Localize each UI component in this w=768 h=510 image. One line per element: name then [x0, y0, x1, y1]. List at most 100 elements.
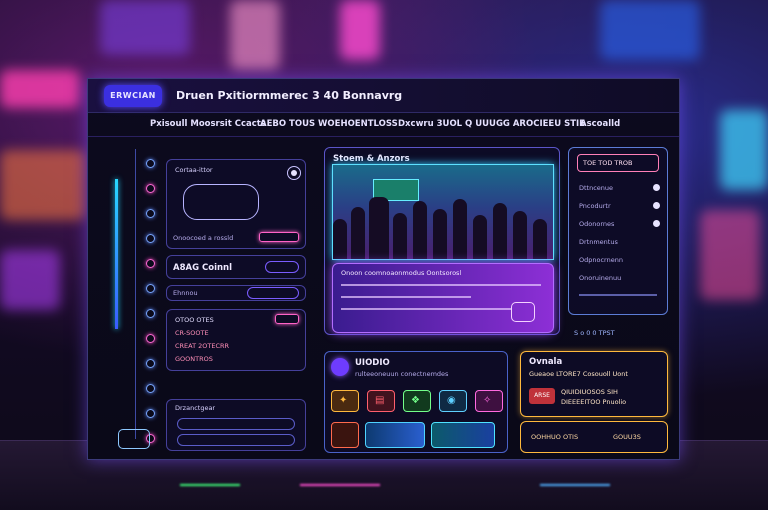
channel-row-control[interactable] [247, 287, 299, 299]
channel-row-label: Ehnnou [173, 289, 198, 297]
chat-icon[interactable]: ▤ [367, 390, 395, 412]
rail-button-11[interactable] [146, 409, 155, 418]
app-window: ERWCIAN Druen Pxitiormmerec 3 40 Bonnavr… [87, 78, 680, 460]
rail-button-5[interactable] [146, 259, 155, 268]
right-item-4[interactable]: Drtnmentus [579, 238, 618, 246]
nav-link-2[interactable]: AEBO TOUS WOEHOENTLOSS [260, 119, 398, 129]
crowd-figure [453, 199, 467, 259]
crowd-figure [493, 203, 507, 259]
rail-button-4[interactable] [146, 234, 155, 243]
stream-action-button[interactable] [511, 302, 535, 322]
neon-light-magenta [340, 0, 380, 60]
star-icon[interactable]: ✧ [475, 390, 503, 412]
left-bottom-label: Drzanctgear [175, 404, 216, 412]
rail-button-8[interactable] [146, 334, 155, 343]
bottom-right-foot-right[interactable]: GOUU3S [613, 433, 641, 441]
neon-light-orange [0, 150, 86, 220]
profile-avatar[interactable] [331, 358, 349, 376]
right-item-5[interactable]: Odpnocrnenn [579, 256, 623, 264]
stream-video[interactable] [332, 164, 554, 260]
neon-light-purple [0, 250, 60, 310]
list-item-2[interactable]: CR-SOOTE [175, 329, 209, 337]
alert-icon[interactable] [331, 422, 359, 448]
bottom-right-line2: QIUIDIUOSOS SIH [561, 388, 618, 396]
flame-icon[interactable]: ✦ [331, 390, 359, 412]
bottom-center-panel: UIODIO rulteeoneuun conectnemdes ✦ ▤ ❖ ◉… [324, 351, 508, 453]
neon-light-top [100, 0, 190, 55]
left-top-panel: Cortaa-ittor Onoocoed a rossld [166, 159, 306, 249]
stream-volume-track[interactable] [341, 296, 471, 298]
stream-panel-title: Stoem & Anzors [333, 154, 410, 164]
nav-link-1[interactable]: Pxisoull Moosrsit Ccacts [150, 119, 266, 129]
left-panel-header: Cortaa-ittor [175, 166, 213, 174]
record-icon[interactable] [287, 166, 301, 180]
coin-panel-toggle[interactable] [265, 261, 299, 273]
eye-icon[interactable]: ◉ [439, 390, 467, 412]
leaf-icon[interactable]: ❖ [403, 390, 431, 412]
list-edit-button[interactable] [275, 314, 299, 324]
neon-light-right [700, 210, 760, 300]
list-item-4[interactable]: GOONTROS [175, 355, 213, 363]
stream-caption: Onoon coomnoaonmodus Oontsorosl [341, 269, 462, 277]
bottom-right-line3: DIEEEEITOO Pnuolio [561, 398, 627, 406]
bottom-right-footer-panel: OOHHUO OTIS GOUU3S [520, 421, 668, 453]
camera-icon[interactable] [118, 429, 150, 449]
right-panel-footer: S o 0 0 TPST [574, 329, 615, 337]
rail-button-1[interactable] [146, 159, 155, 168]
rail-line [135, 149, 136, 439]
bottom-right-badge[interactable]: ARSE [529, 388, 555, 404]
stream-progress-track[interactable] [341, 284, 541, 286]
crowd-figure [513, 211, 527, 259]
title-bar: ERWCIAN Druen Pxitiormmerec 3 40 Bonnavr… [88, 79, 679, 113]
right-item-3-toggle[interactable] [653, 220, 660, 227]
crowd-figure [433, 209, 447, 259]
nav-link-3[interactable]: Dxcwru 3UOL Q UUUGG AROCIEEU STIE [398, 119, 585, 129]
right-item-2-toggle[interactable] [653, 202, 660, 209]
right-item-6[interactable]: Onoruinenuu [579, 274, 621, 282]
equalizer-widget[interactable] [365, 422, 425, 448]
right-item-2[interactable]: Pncodurtr [579, 202, 611, 210]
left-rail [88, 139, 158, 459]
floor-reflection-pink [300, 484, 380, 486]
rail-button-6[interactable] [146, 284, 155, 293]
neon-screen-right [720, 110, 768, 190]
right-panel-header: TOE TOD TROB [583, 159, 633, 167]
list-item-1[interactable]: OTOO OTES [175, 316, 214, 324]
coin-panel-title: A8AG Coinnl [173, 263, 233, 273]
left-panel-footer-label: Onoocoed a rossld [173, 234, 234, 242]
right-panel: TOE TOD TROB Dttncenue Pncodurtr Odonorn… [568, 147, 668, 315]
bottom-right-panel: Ovnala Gueaoe LTORE7 Cosouoll Uont ARSE … [520, 351, 668, 417]
top-nav: Pxisoull Moosrsit Ccacts AEBO TOUS WOEHO… [88, 115, 679, 137]
floor-reflection-blue [540, 484, 610, 486]
bottom-right-foot-left[interactable]: OOHHUO OTIS [531, 433, 578, 441]
waveform-widget[interactable] [431, 422, 495, 448]
neon-sign-left [0, 70, 80, 108]
rail-button-9[interactable] [146, 359, 155, 368]
crowd-figure [351, 207, 365, 259]
floor-reflection-green [180, 484, 240, 486]
crowd-figure [413, 201, 427, 259]
left-bottom-slider[interactable] [177, 418, 295, 430]
right-item-3[interactable]: Odonornes [579, 220, 614, 228]
nav-link-4[interactable]: Ascoalld [580, 119, 620, 129]
bottom-right-title: Ovnala [529, 357, 563, 367]
left-bottom-panel: Drzanctgear [166, 399, 306, 451]
right-item-1[interactable]: Dttncenue [579, 184, 613, 192]
rail-button-7[interactable] [146, 309, 155, 318]
rail-button-10[interactable] [146, 384, 155, 393]
rail-button-3[interactable] [146, 209, 155, 218]
rail-glow-bar [115, 179, 118, 329]
app-logo[interactable]: ERWCIAN [104, 85, 162, 107]
rail-button-2[interactable] [146, 184, 155, 193]
left-panel-action-button[interactable] [259, 232, 299, 242]
app-title: Druen Pxitiormmerec 3 40 Bonnavrg [176, 89, 403, 102]
right-panel-header-box: TOE TOD TROB [577, 154, 659, 172]
stream-info-bar: Onoon coomnoaonmodus Oontsorosl [332, 263, 554, 333]
bottom-right-line1: Gueaoe LTORE7 Cosouoll Uont [529, 370, 628, 378]
left-bottom-slider-2[interactable] [177, 434, 295, 446]
right-item-1-toggle[interactable] [653, 184, 660, 191]
stream-extra-track[interactable] [341, 308, 511, 310]
neon-light-blue [600, 0, 700, 60]
crowd-figure [473, 215, 487, 259]
list-item-3[interactable]: CREAT 2OTECRR [175, 342, 229, 350]
